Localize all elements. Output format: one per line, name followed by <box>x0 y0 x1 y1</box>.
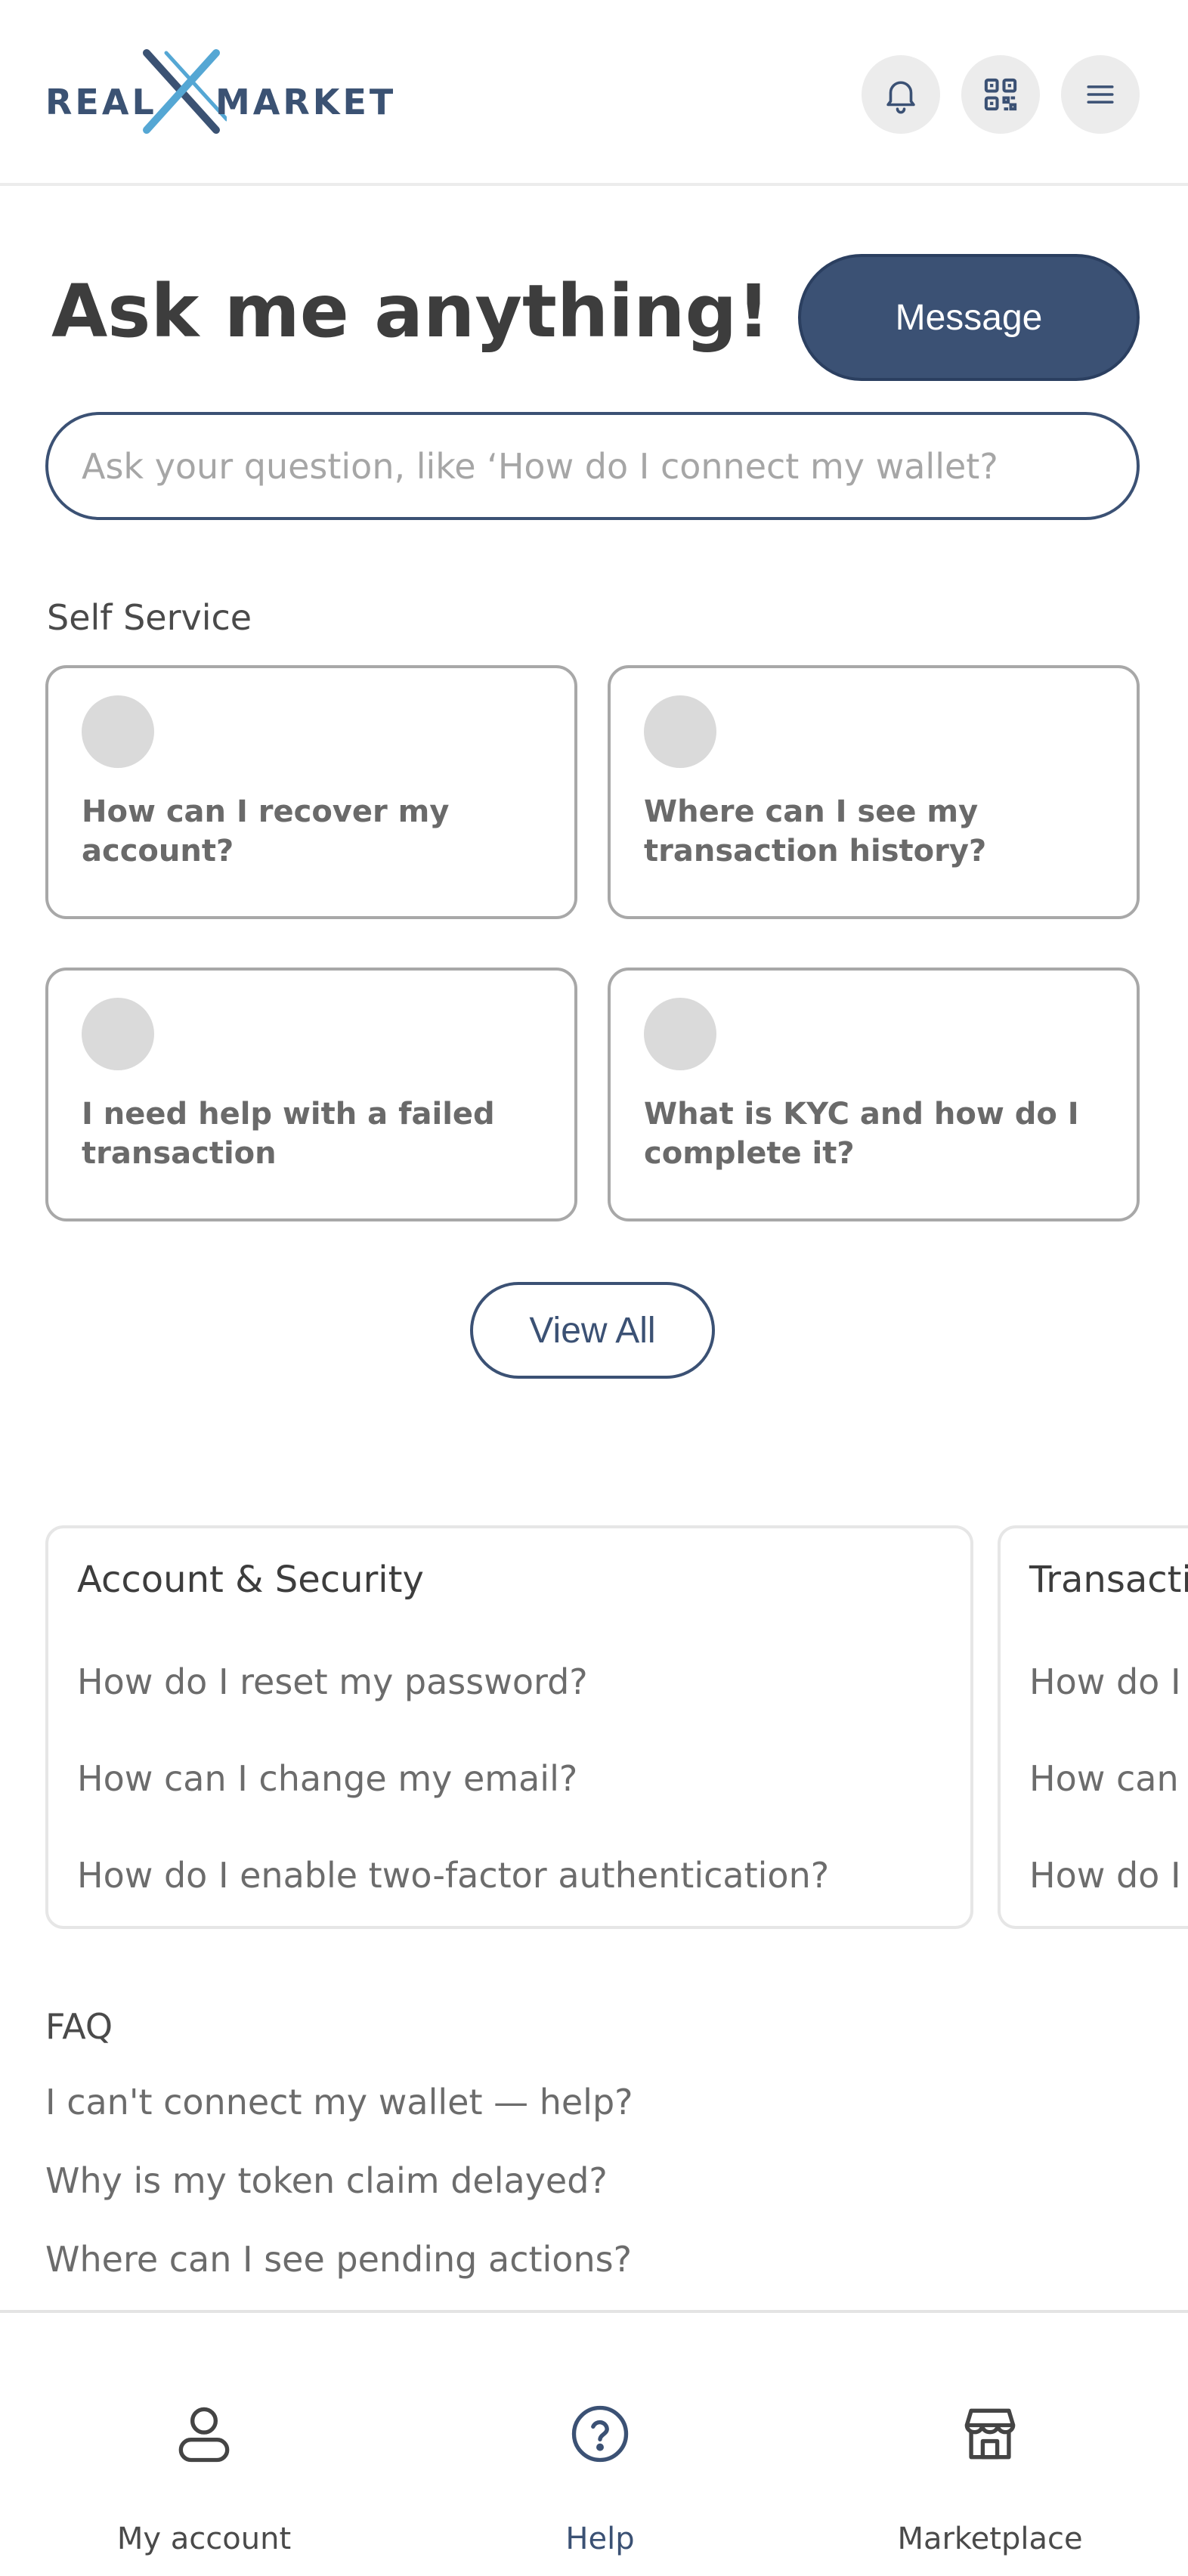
category-link[interactable]: How can I change my email? <box>77 1758 577 1799</box>
category-link[interactable]: How do I r <box>1029 1661 1188 1702</box>
card-icon-placeholder <box>82 695 154 768</box>
self-service-heading: Self Service <box>47 597 252 638</box>
help-circle-icon <box>571 2405 629 2463</box>
notifications-button[interactable] <box>862 55 940 134</box>
app-header: REAL MARKET <box>0 0 1188 186</box>
faq-item[interactable]: I can't connect my wallet — help? <box>45 2082 633 2122</box>
question-search-input[interactable] <box>45 412 1140 520</box>
menu-button[interactable] <box>1061 55 1140 134</box>
bell-icon <box>886 81 915 114</box>
logo-x-mark <box>143 49 227 134</box>
qr-code-icon <box>984 78 1017 111</box>
self-service-card-kyc[interactable]: What is KYC and how do I complete it? <box>608 968 1140 1221</box>
faq-heading: FAQ <box>45 2006 113 2047</box>
card-text: How can I recover my account? <box>82 794 450 868</box>
qr-code-button[interactable] <box>961 55 1040 134</box>
card-icon-placeholder <box>644 998 716 1070</box>
category-link[interactable]: How do I enable two-factor authenticatio… <box>77 1855 829 1896</box>
card-text: What is KYC and how do I complete it? <box>644 1097 1079 1171</box>
view-all-button[interactable]: View All <box>470 1282 715 1379</box>
category-link[interactable]: How do I c <box>1029 1855 1188 1896</box>
category-link[interactable]: How can I <box>1029 1758 1188 1799</box>
card-text: Where can I see my transaction history? <box>644 794 987 868</box>
user-icon <box>178 2407 230 2463</box>
nav-label: Marketplace <box>897 2522 1083 2556</box>
card-text: I need help with a failed transaction <box>82 1097 495 1171</box>
category-title: Account & Security <box>77 1559 424 1601</box>
nav-label: Help <box>565 2522 635 2556</box>
card-icon-placeholder <box>644 695 716 768</box>
category-link[interactable]: How do I reset my password? <box>77 1661 588 1702</box>
self-service-card-failed-transaction[interactable]: I need help with a failed transaction <box>45 968 577 1221</box>
category-card-account-security: Account & Security How do I reset my pas… <box>45 1525 973 1929</box>
bottom-navigation: My account Help Marketplace <box>0 2310 1188 2576</box>
faq-item[interactable]: Where can I see pending actions? <box>45 2239 632 2280</box>
message-button[interactable]: Message <box>798 254 1140 381</box>
self-service-card-recover-account[interactable]: How can I recover my account? <box>45 665 577 919</box>
store-icon <box>964 2408 1016 2460</box>
category-title: Transacti <box>1029 1559 1188 1601</box>
nav-help[interactable]: Help <box>476 2313 725 2576</box>
nav-marketplace[interactable]: Marketplace <box>869 2313 1111 2576</box>
logo[interactable]: REAL MARKET <box>45 48 393 139</box>
nav-label: My account <box>116 2522 292 2556</box>
faq-item[interactable]: Why is my token claim delayed? <box>45 2160 608 2201</box>
card-icon-placeholder <box>82 998 154 1070</box>
menu-icon <box>1087 85 1114 104</box>
nav-my-account[interactable]: My account <box>76 2313 333 2576</box>
self-service-card-transaction-history[interactable]: Where can I see my transaction history? <box>608 665 1140 919</box>
category-card-transactions: Transacti How do I r How can I How do I … <box>998 1525 1188 1929</box>
logo-text-right: MARKET <box>215 82 397 122</box>
page-title: Ask me anything! <box>51 269 770 354</box>
